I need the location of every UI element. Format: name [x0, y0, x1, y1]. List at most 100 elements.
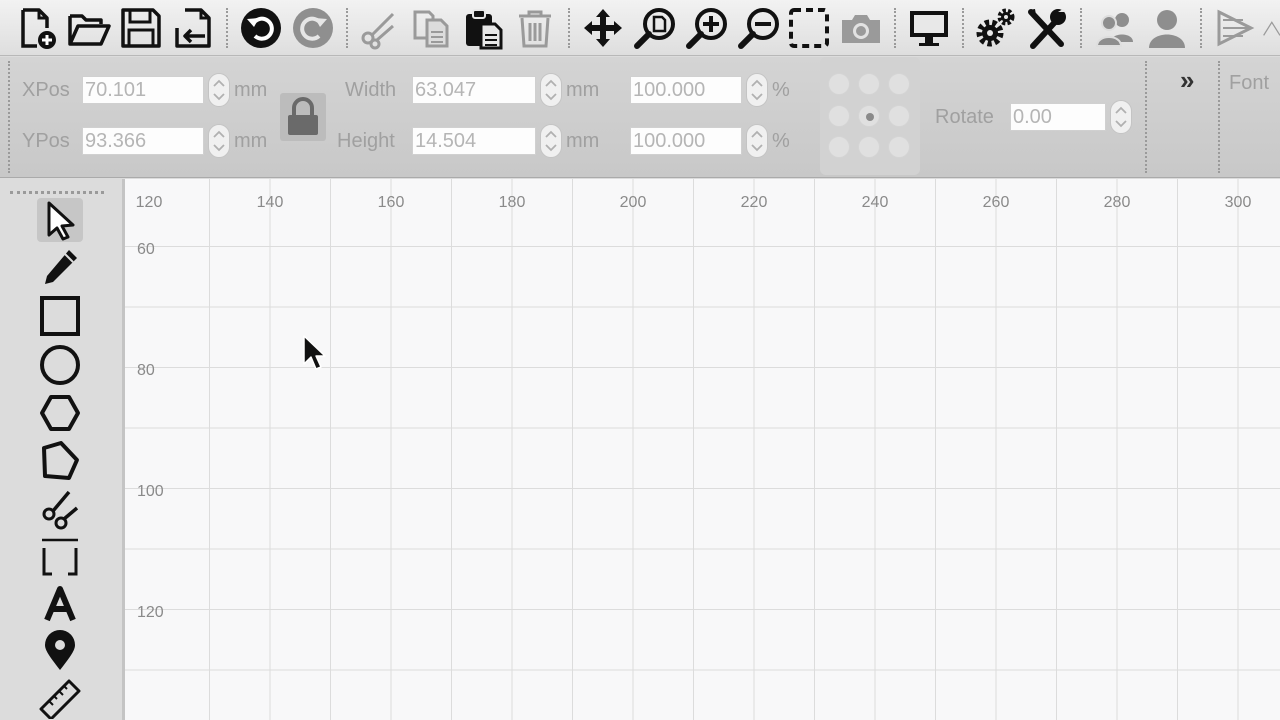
ruler-x-label: 180 — [499, 194, 526, 211]
pan-button[interactable] — [580, 5, 626, 51]
paste-button[interactable] — [460, 5, 506, 51]
width-percent-stepper[interactable] — [746, 73, 768, 107]
cut-button[interactable] — [356, 5, 402, 51]
ruler-x-label: 120 — [136, 194, 163, 211]
pointer-arrow-icon — [47, 201, 75, 241]
zoom-out-button[interactable] — [736, 5, 782, 51]
anchor-bottom-center[interactable] — [858, 136, 880, 158]
height-stepper[interactable] — [540, 124, 562, 158]
import-file-button[interactable] — [170, 5, 216, 51]
redo-button[interactable] — [290, 5, 336, 51]
frame-corners-icon — [42, 538, 78, 576]
stepper-arrows-icon — [545, 130, 557, 152]
toolbar-separator — [346, 8, 348, 48]
propbar-overflow-button[interactable]: » — [1180, 65, 1194, 96]
stepper-arrows-icon — [751, 79, 763, 101]
width-stepper[interactable] — [540, 73, 562, 107]
rotate-stepper[interactable] — [1110, 100, 1132, 134]
settings-button[interactable] — [972, 5, 1018, 51]
cut-shape-tool[interactable] — [37, 487, 83, 531]
ypos-unit: mm — [234, 130, 268, 152]
xpos-stepper[interactable] — [208, 73, 230, 107]
undo-button[interactable] — [238, 5, 284, 51]
width-percent-input[interactable]: 100.000 — [630, 76, 742, 104]
anchor-top-center[interactable] — [858, 73, 880, 95]
clipboard-icon — [466, 9, 503, 50]
trash-icon — [519, 10, 551, 48]
height-percent-unit: % — [772, 130, 790, 152]
height-label: Height — [337, 130, 395, 152]
users-button[interactable] — [1092, 5, 1138, 51]
height-percent-stepper[interactable] — [746, 124, 768, 158]
mirror-icon — [1217, 9, 1255, 47]
anchor-center[interactable] — [858, 105, 880, 127]
main-toolbar — [0, 0, 1280, 56]
scissors-icon — [42, 490, 79, 530]
toolbar-separator — [1080, 8, 1082, 48]
zoom-in-button[interactable] — [684, 5, 730, 51]
ypos-input[interactable]: 93.366 — [82, 127, 204, 155]
lock-aspect-button[interactable] — [280, 93, 326, 141]
xpos-input[interactable]: 70.101 — [82, 76, 204, 104]
width-input[interactable]: 63.047 — [412, 76, 536, 104]
anchor-grid — [820, 57, 920, 175]
delete-button[interactable] — [512, 5, 558, 51]
toolbar-separator — [1200, 8, 1202, 48]
anchor-middle-right[interactable] — [888, 105, 910, 127]
toolbar-overflow-button[interactable] — [1262, 5, 1280, 51]
polygon-tool[interactable] — [37, 391, 83, 435]
zoom-page-button[interactable] — [632, 5, 678, 51]
frame-tool[interactable] — [37, 535, 83, 579]
anchor-top-right[interactable] — [888, 73, 910, 95]
ruler-icon — [39, 679, 81, 719]
devices-button[interactable] — [906, 5, 952, 51]
ruler-x-label: 160 — [378, 194, 405, 211]
new-file-button[interactable] — [14, 5, 60, 51]
measure-tool[interactable] — [37, 676, 83, 720]
ruler-x-label: 140 — [257, 194, 284, 211]
position-tool[interactable] — [37, 629, 83, 673]
rectangle-icon — [40, 296, 80, 336]
ellipse-tool[interactable] — [37, 343, 83, 387]
ruler-y-label: 120 — [137, 604, 164, 621]
open-file-button[interactable] — [66, 5, 112, 51]
move-arrows-icon — [584, 9, 622, 47]
text-tool[interactable] — [37, 583, 83, 627]
anchor-bottom-left[interactable] — [828, 136, 850, 158]
users-icon — [1095, 13, 1133, 47]
anchor-bottom-right[interactable] — [888, 136, 910, 158]
camera-button[interactable] — [838, 5, 884, 51]
rotate-input[interactable]: 0.00 — [1010, 103, 1106, 131]
tool-palette-grip — [10, 191, 104, 194]
file-import-icon — [175, 8, 211, 48]
floppy-disk-icon — [121, 8, 161, 48]
height-input[interactable]: 14.504 — [412, 127, 536, 155]
tools-button[interactable] — [1024, 5, 1070, 51]
height-percent-input[interactable]: 100.000 — [630, 127, 742, 155]
anchor-middle-left[interactable] — [828, 105, 850, 127]
select-frame-button[interactable] — [786, 5, 832, 51]
user-icon — [1149, 10, 1185, 48]
anchor-top-left[interactable] — [828, 73, 850, 95]
mirror-button[interactable] — [1212, 5, 1258, 51]
ypos-stepper[interactable] — [208, 124, 230, 158]
propbar-separator — [1145, 61, 1147, 173]
rotate-label: Rotate — [935, 106, 994, 128]
rectangle-tool[interactable] — [37, 294, 83, 338]
copy-button[interactable] — [408, 5, 454, 51]
user-button[interactable] — [1144, 5, 1190, 51]
toolbar-separator — [226, 8, 228, 48]
save-file-button[interactable] — [118, 5, 164, 51]
mouse-cursor — [303, 335, 326, 370]
hexagon-icon — [40, 395, 80, 431]
polyline-tool[interactable] — [37, 439, 83, 483]
stepper-arrows-icon — [213, 130, 225, 152]
design-canvas[interactable]: 120 140 160 180 200 220 240 260 280 300 60 80 100 12… — [125, 179, 1280, 720]
pencil-tool[interactable] — [37, 245, 83, 289]
toolbar-separator — [568, 8, 570, 48]
select-tool[interactable] — [37, 198, 83, 242]
xpos-unit: mm — [234, 79, 268, 101]
zoom-out-icon — [738, 8, 779, 49]
circle-icon — [40, 345, 80, 385]
pencil-icon — [45, 250, 77, 284]
